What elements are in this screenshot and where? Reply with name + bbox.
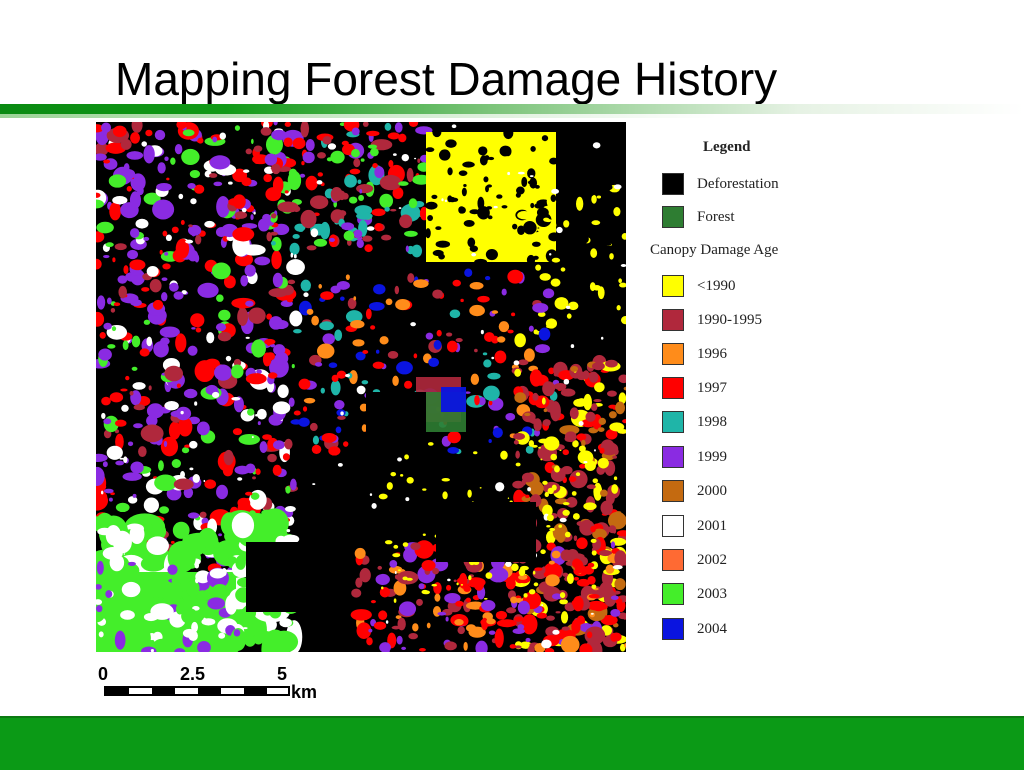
legend-swatch xyxy=(662,446,684,468)
legend-swatch xyxy=(662,377,684,399)
legend-swatch-forest xyxy=(662,206,684,228)
legend-swatch-deforestation xyxy=(662,173,684,195)
legend-item-forest: Forest xyxy=(662,205,735,229)
scale-tick-5: 5 xyxy=(277,664,288,684)
scale-tick-0: 0 xyxy=(98,664,109,684)
legend-item-1999: 1999 xyxy=(662,445,727,469)
legend-label: 1990-1995 xyxy=(697,311,762,328)
legend-item-1996: 1996 xyxy=(662,342,727,366)
legend-label: 2000 xyxy=(697,482,727,499)
legend-item-2000: 2000 xyxy=(662,479,727,503)
legend-item-2004: 2004 xyxy=(662,617,727,641)
scale-unit: km xyxy=(291,682,318,702)
scale-bar: 0 2.5 5 km xyxy=(98,664,338,708)
legend-item-pre-1990: <1990 xyxy=(662,274,735,298)
map-legend: Legend Deforestation Forest Canopy Damag… xyxy=(648,135,828,655)
legend-item-1997: 1997 xyxy=(662,376,727,400)
title-underline xyxy=(0,104,1024,118)
footer-band xyxy=(0,716,1024,770)
legend-label: 2003 xyxy=(697,585,727,602)
legend-swatch xyxy=(662,515,684,537)
legend-item-1998: 1998 xyxy=(662,410,727,434)
legend-swatch xyxy=(662,411,684,433)
legend-label-deforestation: Deforestation xyxy=(697,175,779,192)
legend-label: 2002 xyxy=(697,551,727,568)
legend-swatch xyxy=(662,480,684,502)
legend-label: 1998 xyxy=(697,413,727,430)
legend-swatch xyxy=(662,275,684,297)
slide-title: Mapping Forest Damage History xyxy=(115,53,778,105)
legend-swatch xyxy=(662,549,684,571)
legend-label-forest: Forest xyxy=(697,208,735,225)
legend-label: 2001 xyxy=(697,517,727,534)
scale-tick-2-5: 2.5 xyxy=(180,664,206,684)
legend-item-2002: 2002 xyxy=(662,548,727,572)
legend-item-1990-1995: 1990-1995 xyxy=(662,308,762,332)
legend-item-2001: 2001 xyxy=(662,514,727,538)
legend-label: 1996 xyxy=(697,345,727,362)
scale-bar-graphic xyxy=(104,686,290,696)
legend-swatch xyxy=(662,618,684,640)
legend-swatch xyxy=(662,583,684,605)
legend-swatch xyxy=(662,309,684,331)
legend-swatch xyxy=(662,343,684,365)
legend-label: 1997 xyxy=(697,379,727,396)
legend-label: 1999 xyxy=(697,448,727,465)
legend-subheading: Canopy Damage Age xyxy=(650,242,779,258)
map-canvas xyxy=(96,122,626,652)
legend-item-2003: 2003 xyxy=(662,582,727,606)
legend-label: 2004 xyxy=(697,620,727,637)
legend-item-deforestation: Deforestation xyxy=(662,172,779,196)
legend-label: <1990 xyxy=(697,277,736,294)
legend-title: Legend xyxy=(703,139,751,155)
forest-damage-map xyxy=(96,122,626,652)
